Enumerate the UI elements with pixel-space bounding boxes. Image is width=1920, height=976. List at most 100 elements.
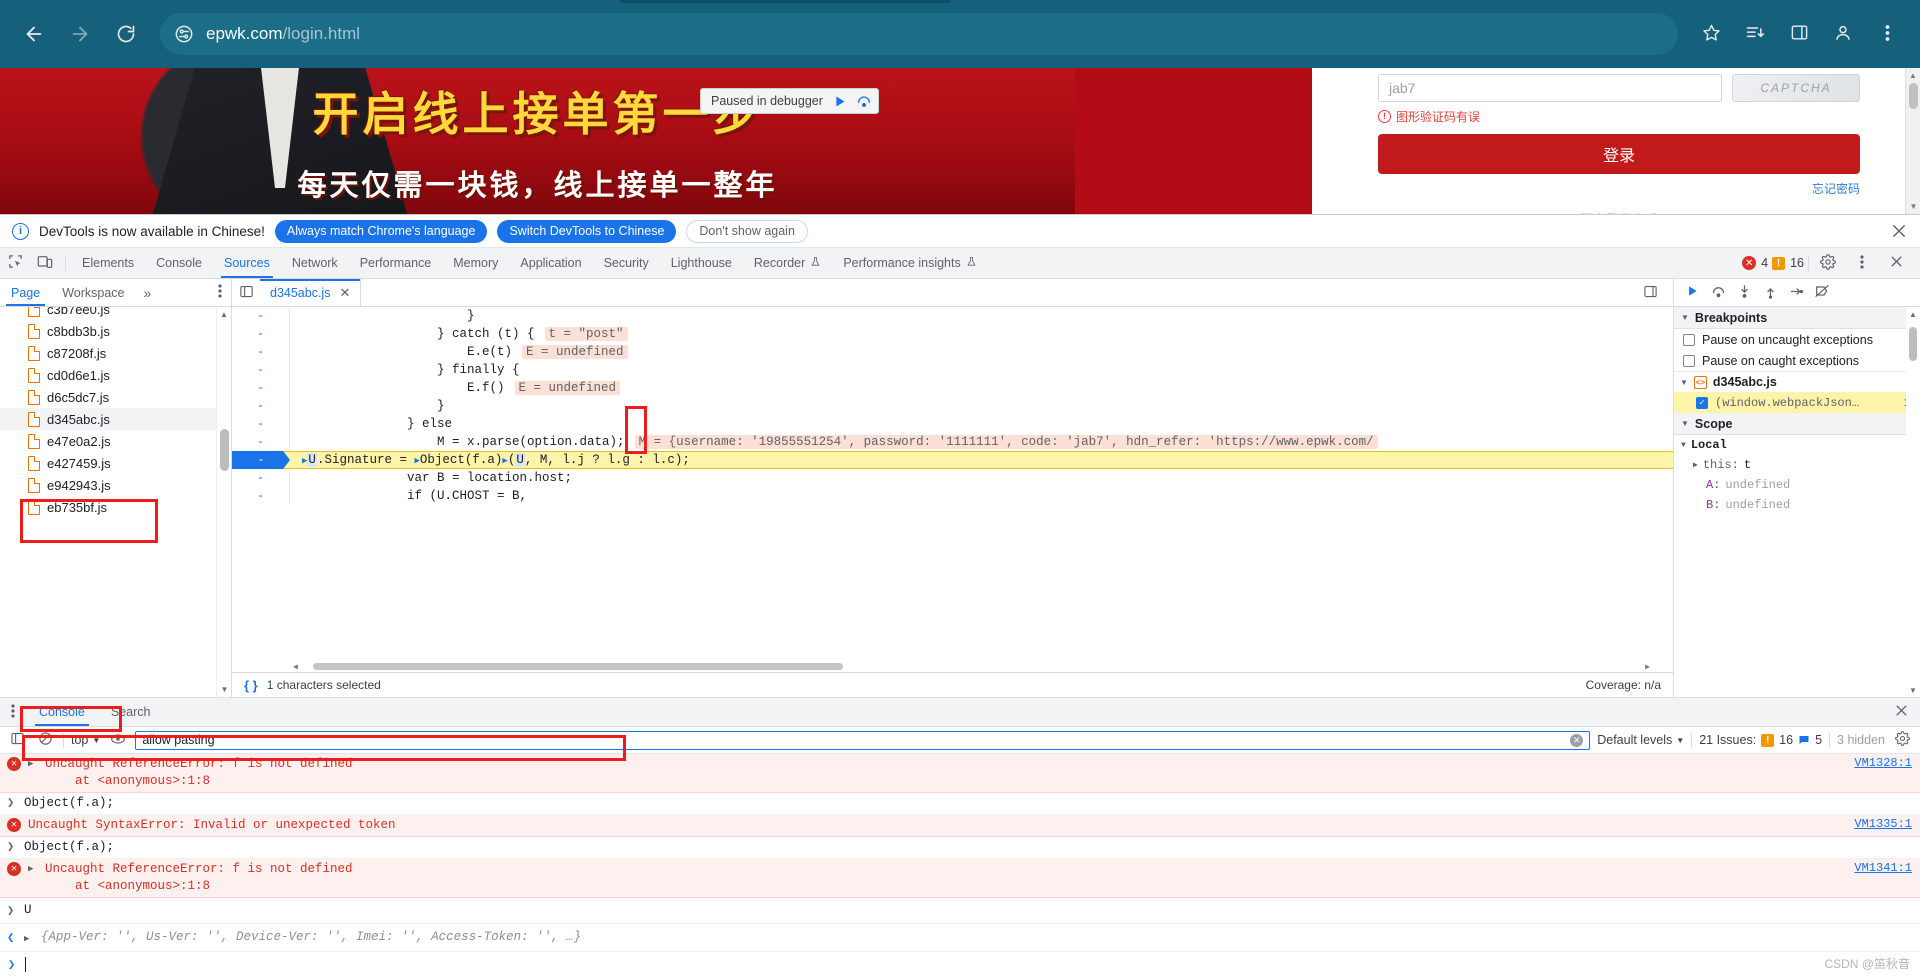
console-message-input[interactable]: ❯ U — [0, 898, 1920, 924]
scroll-right-arrow-icon[interactable]: ▶ — [1642, 662, 1653, 672]
scroll-up-arrow-icon[interactable]: ▲ — [1906, 68, 1920, 83]
console-message-error[interactable]: ✕ Uncaught SyntaxError: Invalid or unexp… — [0, 815, 1920, 837]
clear-input-icon[interactable]: ✕ — [1570, 734, 1583, 747]
step-button[interactable] — [1784, 282, 1808, 304]
console-message-error[interactable]: ✕ ▶ Uncaught ReferenceError: f is not de… — [0, 754, 1920, 793]
debugger-sidebar-scrollbar[interactable]: ▲ ▼ — [1906, 307, 1920, 697]
scroll-down-arrow-icon[interactable]: ▼ — [1906, 683, 1920, 697]
resume-script-button[interactable] — [1680, 282, 1704, 304]
reload-button[interactable] — [106, 14, 146, 54]
breakpoints-section-header[interactable]: ▼ Breakpoints — [1674, 307, 1920, 329]
expand-triangle-icon[interactable]: ▶ — [28, 864, 38, 874]
expand-triangle-icon[interactable]: ▶ — [414, 456, 419, 466]
page-scrollbar[interactable]: ▲ ▼ — [1905, 68, 1920, 214]
breakpoint-marker[interactable]: - — [232, 451, 290, 469]
tab-lighthouse[interactable]: Lighthouse — [660, 248, 743, 278]
forgot-password-link[interactable]: 忘记密码 — [1378, 180, 1860, 197]
expand-triangle-icon[interactable]: ▶ — [24, 934, 34, 944]
step-into-button[interactable] — [1732, 282, 1756, 304]
code-editor[interactable]: - } - } catch (t) { t = "post" - E.e(t) — [232, 307, 1673, 672]
line-gutter[interactable]: - — [232, 487, 290, 505]
console-message-input[interactable]: ❯ Object(f.a); — [0, 837, 1920, 859]
tab-network[interactable]: Network — [281, 248, 349, 278]
file-item-eb735bf[interactable]: eb735bf.js — [0, 496, 231, 518]
code-line-paused[interactable]: - ▶U.Signature = ▶Object(f.a)▶(U, M, l.j… — [232, 451, 1673, 469]
bookmark-button[interactable] — [1692, 15, 1730, 53]
console-filter-input[interactable]: allow pasting ✕ — [135, 731, 1590, 750]
step-over-icon[interactable] — [856, 93, 872, 109]
back-button[interactable] — [14, 14, 54, 54]
code-line[interactable]: - } — [232, 307, 1673, 325]
debugger-scrollbar-thumb[interactable] — [1909, 327, 1917, 361]
file-tree[interactable]: c3b7ee0.js c8bdb3b.js c87208f.js cd0d6e1… — [0, 307, 231, 697]
address-bar[interactable]: epwk.com/login.html — [160, 13, 1678, 55]
editor-horizontal-scrollbar[interactable]: ◀ ▶ — [290, 661, 1653, 672]
breakpoint-file-group[interactable]: ▼ <> d345abc.js — [1674, 371, 1920, 392]
expand-triangle-icon[interactable]: ▶ — [502, 456, 507, 466]
checkbox-checked[interactable]: ✓ — [1696, 397, 1708, 409]
scope-variable-this[interactable]: ▶ this: t — [1674, 455, 1920, 475]
console-message-error[interactable]: ✕ ▶ Uncaught ReferenceError: f is not de… — [0, 859, 1920, 898]
scroll-up-arrow-icon[interactable]: ▲ — [1906, 307, 1920, 321]
file-item-e47e0a2[interactable]: e47e0a2.js — [0, 430, 231, 452]
checkbox[interactable] — [1683, 334, 1695, 346]
tab-sources[interactable]: Sources — [213, 248, 281, 278]
deactivate-breakpoints-button[interactable] — [1810, 282, 1834, 304]
console-sidebar-button[interactable] — [7, 730, 28, 751]
drawer-more-options-button[interactable] — [0, 698, 26, 726]
device-toolbar-button[interactable] — [30, 248, 60, 278]
pause-uncaught-exceptions-row[interactable]: Pause on uncaught exceptions — [1674, 329, 1920, 350]
clear-console-button[interactable] — [35, 730, 56, 751]
file-item-c87208f[interactable]: c87208f.js — [0, 342, 231, 364]
tab-recorder[interactable]: Recorder — [743, 248, 832, 278]
message-source-link[interactable]: VM1335:1 — [1854, 817, 1912, 831]
scroll-down-arrow-icon[interactable]: ▼ — [1906, 199, 1920, 214]
devtools-close-button[interactable] — [1881, 254, 1911, 272]
tab-security[interactable]: Security — [593, 248, 660, 278]
tab-console[interactable]: Console — [145, 248, 213, 278]
console-message-input[interactable]: ❯ Object(f.a); — [0, 793, 1920, 815]
resume-script-icon[interactable] — [832, 94, 847, 109]
chevron-double-right-icon[interactable]: » — [136, 279, 160, 306]
navigator-tab-page[interactable]: Page — [0, 279, 51, 306]
scope-variable-a[interactable]: A: undefined — [1674, 475, 1920, 495]
split-panel-button[interactable] — [1635, 284, 1665, 302]
tab-memory[interactable]: Memory — [442, 248, 509, 278]
code-line[interactable]: - var B = location.host; — [232, 469, 1673, 487]
navigator-scrollbar[interactable]: ▲ ▼ — [216, 307, 231, 697]
line-gutter[interactable]: - — [232, 469, 290, 487]
site-settings-icon[interactable] — [174, 24, 194, 44]
code-line[interactable]: - } finally { — [232, 361, 1673, 379]
always-match-language-button[interactable]: Always match Chrome's language — [275, 220, 488, 243]
show-navigator-button[interactable] — [232, 279, 260, 306]
dont-show-again-button[interactable]: Don't show again — [686, 220, 808, 243]
console-issues-summary[interactable]: 21 Issues: ! 16 5 — [1699, 733, 1822, 747]
message-source-link[interactable]: VM1328:1 — [1854, 756, 1912, 770]
checkbox[interactable] — [1683, 355, 1695, 367]
expand-triangle-icon[interactable]: ▶ — [28, 759, 38, 769]
switch-to-chinese-button[interactable]: Switch DevTools to Chinese — [497, 220, 676, 243]
console-context-selector[interactable]: top ▼ — [71, 733, 100, 747]
profile-button[interactable] — [1824, 15, 1862, 53]
console-message-result[interactable]: ❮ ▶ {App-Ver: '', Us-Ver: '', Device-Ver… — [0, 924, 1920, 952]
code-line[interactable]: - } else — [232, 415, 1673, 433]
message-source-link[interactable]: VM1341:1 — [1854, 861, 1912, 875]
code-line[interactable]: - } — [232, 397, 1673, 415]
devtools-more-options-button[interactable] — [1847, 254, 1877, 273]
line-gutter[interactable]: - — [232, 343, 290, 361]
step-out-button[interactable] — [1758, 282, 1782, 304]
scroll-up-arrow-icon[interactable]: ▲ — [217, 307, 231, 322]
line-gutter[interactable]: - — [232, 415, 290, 433]
drawer-tab-search[interactable]: Search — [98, 698, 164, 726]
login-button[interactable]: 登录 — [1378, 134, 1860, 174]
code-line[interactable]: - if (U.CHOST = B, — [232, 487, 1673, 505]
code-line[interactable]: - E.e(t) E = undefined — [232, 343, 1673, 361]
code-line[interactable]: - M = x.parse(option.data); M = {usernam… — [232, 433, 1673, 451]
file-item-cd0d6e1[interactable]: cd0d6e1.js — [0, 364, 231, 386]
navigator-more-options-button[interactable] — [209, 279, 231, 306]
chevron-right-icon[interactable]: ▶ — [1693, 460, 1698, 470]
code-line[interactable]: - E.f() E = undefined — [232, 379, 1673, 397]
scroll-left-arrow-icon[interactable]: ◀ — [290, 662, 301, 672]
close-icon[interactable] — [1890, 222, 1908, 240]
warning-count-chip[interactable]: ! 16 — [1772, 256, 1804, 270]
